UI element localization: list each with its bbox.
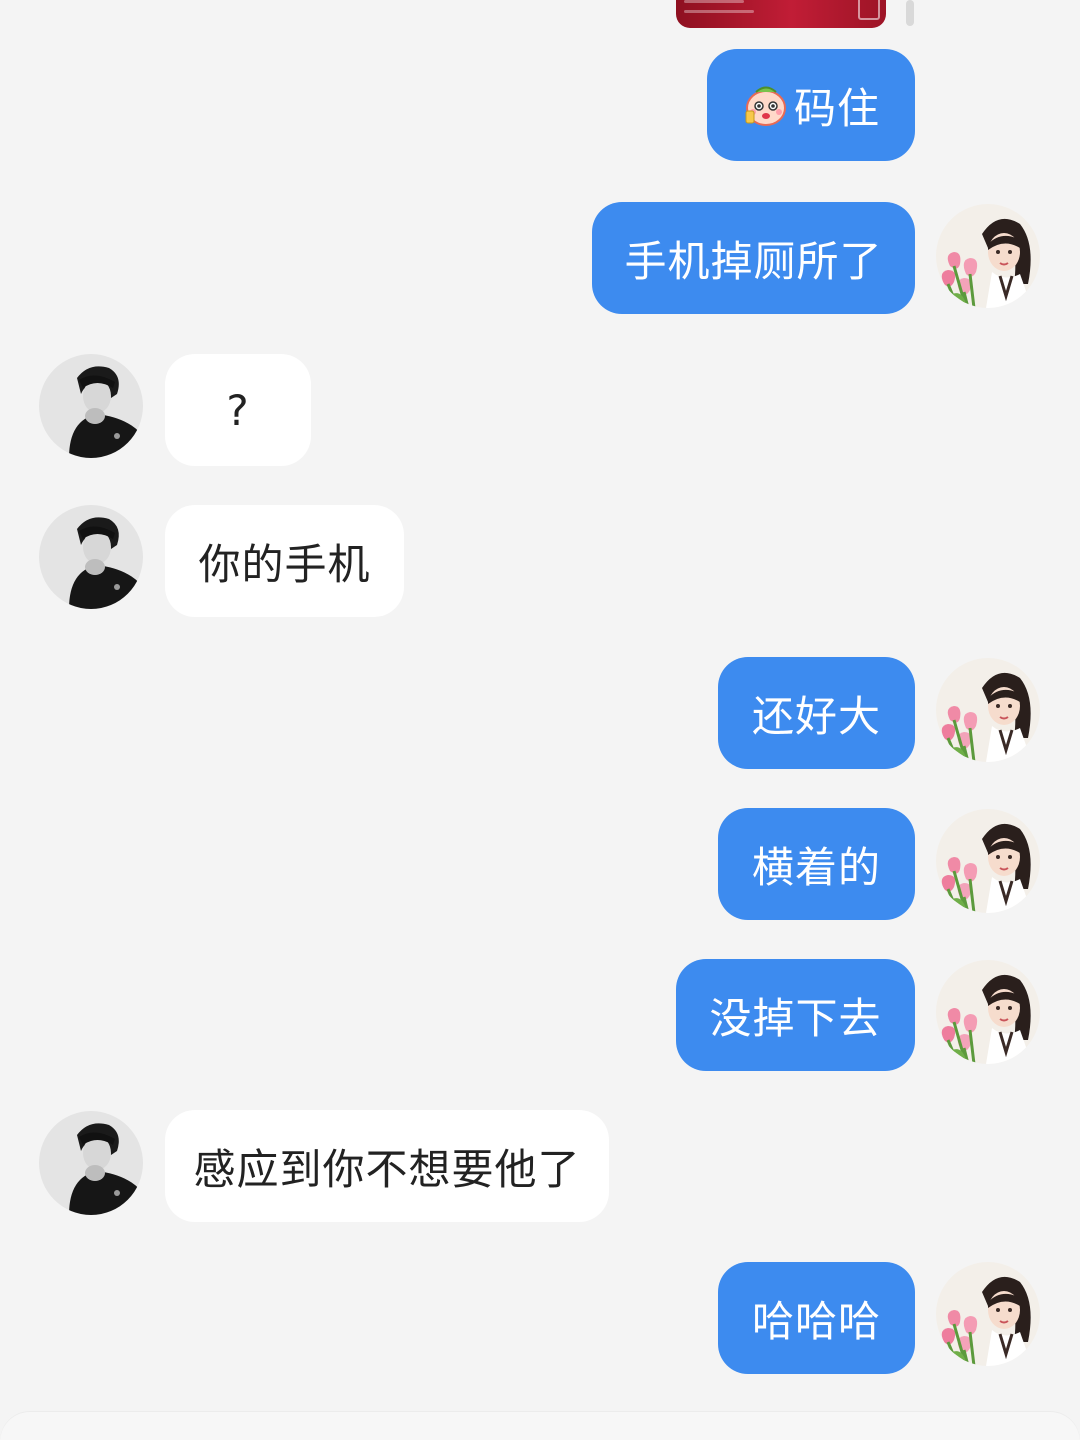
message-text: 你的手机	[198, 539, 371, 589]
message-bubble-received[interactable]: ?	[165, 354, 311, 466]
girl-with-tulips-avatar-icon[interactable]	[936, 204, 1040, 308]
message-input-panel[interactable]	[0, 1412, 1080, 1440]
girl-with-tulips-avatar-icon[interactable]	[936, 658, 1040, 762]
message-text: ?	[226, 385, 250, 435]
message-bubble-sent[interactable]: 横着的	[718, 808, 915, 920]
message-text: 感应到你不想要他了	[193, 1144, 581, 1194]
message-bubble-received[interactable]: 你的手机	[165, 505, 404, 617]
message-bubble-received[interactable]: 感应到你不想要他了	[165, 1110, 609, 1222]
girl-with-tulips-avatar-icon[interactable]	[936, 809, 1040, 913]
scrollbar[interactable]	[906, 0, 914, 26]
man-in-black-monochrome-avatar-icon[interactable]	[39, 354, 143, 458]
image-message[interactable]	[676, 0, 886, 28]
blushing-cartoon-emoji-icon	[742, 81, 790, 129]
man-in-black-monochrome-avatar-icon[interactable]	[39, 1111, 143, 1215]
message-bubble-sent[interactable]: 还好大	[718, 657, 915, 769]
message-bubble-sent[interactable]: 没掉下去	[676, 959, 915, 1071]
man-in-black-monochrome-avatar-icon[interactable]	[39, 505, 143, 609]
message-bubble-sent[interactable]: 手机掉厕所了	[592, 202, 915, 314]
message-text: 手机掉厕所了	[624, 236, 883, 286]
message-text: 横着的	[751, 842, 881, 892]
message-text: 码住	[793, 83, 880, 133]
message-text: 哈哈哈	[751, 1296, 881, 1346]
message-bubble-sent[interactable]: 哈哈哈	[718, 1262, 915, 1374]
girl-with-tulips-avatar-icon[interactable]	[936, 1262, 1040, 1366]
message-text: 没掉下去	[709, 993, 882, 1043]
message-text: 还好大	[751, 691, 881, 741]
girl-with-tulips-avatar-icon[interactable]	[936, 960, 1040, 1064]
chat-screen[interactable]: 码住 手机掉厕所了 ? 你的手机 还好大 横着的 没掉下去 感应到你不想要他了 …	[0, 0, 1080, 1440]
message-bubble-sent[interactable]: 码住	[707, 49, 915, 161]
